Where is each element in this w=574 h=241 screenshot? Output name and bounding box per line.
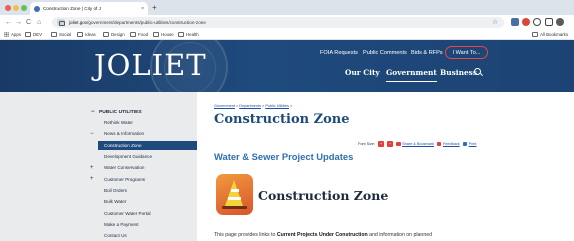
sidebar-item-label: Make a Payment (104, 221, 139, 227)
forward-icon[interactable]: → (15, 18, 22, 27)
expand-icon[interactable]: + (90, 165, 94, 171)
collapse-icon[interactable]: − (91, 109, 95, 115)
apps-grid-icon (4, 32, 9, 37)
sidebar-item[interactable]: − News & Information (90, 129, 197, 138)
sidebar-item[interactable]: Rethink Water (98, 118, 197, 127)
profile-avatar[interactable] (556, 18, 564, 26)
section-subtitle: Water & Sewer Project Updates (214, 151, 354, 162)
sidebar-item[interactable]: Customer Water Portal (98, 208, 197, 217)
url-text: joliet.gov/government/departments/public… (69, 20, 206, 25)
font-size-label: Font Size: (358, 142, 376, 146)
breadcrumb-link[interactable]: Government (214, 104, 235, 108)
share-icon (396, 141, 401, 147)
folder-icon (130, 32, 136, 37)
bookmarks-bar: Apps DEV Social Ideas Design Food House … (0, 30, 574, 40)
sidebar-heading[interactable]: − PUBLIC UTILITIES (91, 109, 142, 115)
intro-paragraph: This page provides links to Current Proj… (214, 232, 432, 238)
folder-icon (77, 32, 83, 37)
side-panel-icon[interactable] (545, 18, 553, 26)
sidebar-item-label: Contact Us (104, 233, 127, 239)
bookmark-folder[interactable]: DEV (25, 32, 42, 37)
sidebar-item-label: Development Guidance (104, 154, 153, 160)
expand-icon[interactable]: + (90, 176, 94, 182)
sidebar-item[interactable]: Bulk Water (98, 197, 197, 206)
nav-business[interactable]: Business (440, 68, 477, 77)
print-link[interactable]: Print (462, 141, 476, 147)
site-header: JOLIET FOIA Requests Public Comments Bid… (0, 40, 574, 92)
page-title: Construction Zone (214, 112, 350, 127)
sidebar-item-label: Water Conservation (104, 165, 145, 171)
feedback-link[interactable]: Feedback (436, 141, 460, 147)
window-close-button[interactable] (5, 5, 11, 11)
font-increase-button[interactable]: + (378, 141, 385, 147)
traffic-cone-icon (216, 174, 253, 215)
home-icon[interactable]: ⌂ (37, 18, 41, 27)
sidebar-item-label: Construction Zone (104, 142, 142, 148)
sidebar-item[interactable]: Construction Zone (98, 140, 197, 150)
search-icon[interactable] (474, 68, 481, 75)
browser-toolbar: ← → C ⌂ joliet.gov/government/department… (0, 15, 574, 30)
site-logo[interactable]: JOLIET (94, 48, 207, 82)
reload-icon[interactable]: C (26, 18, 31, 27)
sidebar-item-label: Customer Water Portal (104, 210, 151, 216)
sidebar-item[interactable]: + Water Conservation (90, 163, 197, 172)
sidebar-item[interactable]: + Customer Programs (90, 175, 197, 184)
browser-tab-bar: Construction Zone | City of J × + (0, 0, 574, 15)
bookmark-folder[interactable]: Food (130, 32, 148, 37)
current-projects-text: Current Projects Under Construction (276, 232, 368, 238)
window-maximize-button[interactable] (21, 5, 27, 11)
folder-icon (103, 32, 109, 37)
folder-icon (153, 32, 159, 37)
collapse-icon[interactable]: − (90, 131, 94, 137)
folder-icon (25, 32, 31, 37)
print-icon (462, 141, 468, 147)
page-tools: Font Size: + − Share & Bookmark Feedback… (358, 141, 476, 147)
bookmark-apps[interactable]: Apps (4, 32, 21, 37)
sidebar-item-label: News & Information (104, 131, 145, 137)
bookmark-star-icon[interactable]: ☆ (492, 18, 498, 26)
public-comments-link[interactable]: Public Comments (363, 50, 407, 56)
breadcrumb: Government > Departments > Public Utilit… (214, 104, 293, 108)
browser-tab[interactable]: Construction Zone | City of J × (30, 2, 148, 15)
address-bar[interactable]: joliet.gov/government/departments/public… (52, 17, 504, 28)
new-tab-button[interactable]: + (152, 3, 157, 13)
back-icon[interactable]: ← (5, 18, 12, 27)
site-info-icon[interactable] (57, 19, 65, 26)
extension-icon[interactable] (533, 18, 541, 26)
tab-title: Construction Zone | City of J (43, 6, 101, 11)
share-link[interactable]: Share & Bookmark (396, 141, 434, 147)
folder-icon (532, 32, 538, 37)
folder-icon (51, 32, 57, 37)
bookmark-folder[interactable]: House (153, 32, 174, 37)
nav-our-city[interactable]: Our City (345, 68, 380, 77)
feedback-icon (436, 141, 442, 147)
breadcrumb-link[interactable]: Departments (239, 104, 261, 108)
construction-zone-heading: Construction Zone (258, 188, 389, 203)
tab-close-icon[interactable]: × (141, 6, 144, 12)
bookmark-folder[interactable]: Social (51, 32, 71, 37)
bookmark-folder[interactable]: Health (178, 32, 199, 37)
bookmark-folder[interactable]: Design (103, 32, 125, 37)
breadcrumb-link[interactable]: Public Utilities (265, 104, 289, 108)
foia-requests-link[interactable]: FOIA Requests (320, 50, 358, 56)
bookmark-all[interactable]: All Bookmarks (532, 32, 568, 37)
sidebar-item[interactable]: Contact Us (98, 231, 197, 240)
sidebar-item-label: Bulk Water (104, 199, 127, 205)
sidebar-item-label: Customer Programs (104, 176, 146, 182)
nav-government[interactable]: Government (386, 68, 437, 82)
sidebar-item[interactable]: Boil Orders (98, 186, 197, 195)
sidebar-item-label: Boil Orders (104, 187, 127, 193)
i-want-to-button[interactable]: I Want To... (445, 46, 488, 59)
bids-rfps-link[interactable]: Bids & RFPs (411, 50, 443, 56)
font-decrease-button[interactable]: − (387, 141, 394, 147)
window-minimize-button[interactable] (13, 5, 19, 11)
sidebar-item[interactable]: Development Guidance (98, 152, 197, 161)
favicon-icon (34, 5, 40, 12)
sidebar-item-label: Rethink Water (104, 120, 133, 126)
sidebar-item[interactable]: Make a Payment (98, 220, 197, 229)
extension-icon[interactable] (511, 18, 519, 26)
extension-icon[interactable] (522, 18, 530, 26)
bookmark-folder[interactable]: Ideas (77, 32, 96, 37)
folder-icon (178, 32, 184, 37)
